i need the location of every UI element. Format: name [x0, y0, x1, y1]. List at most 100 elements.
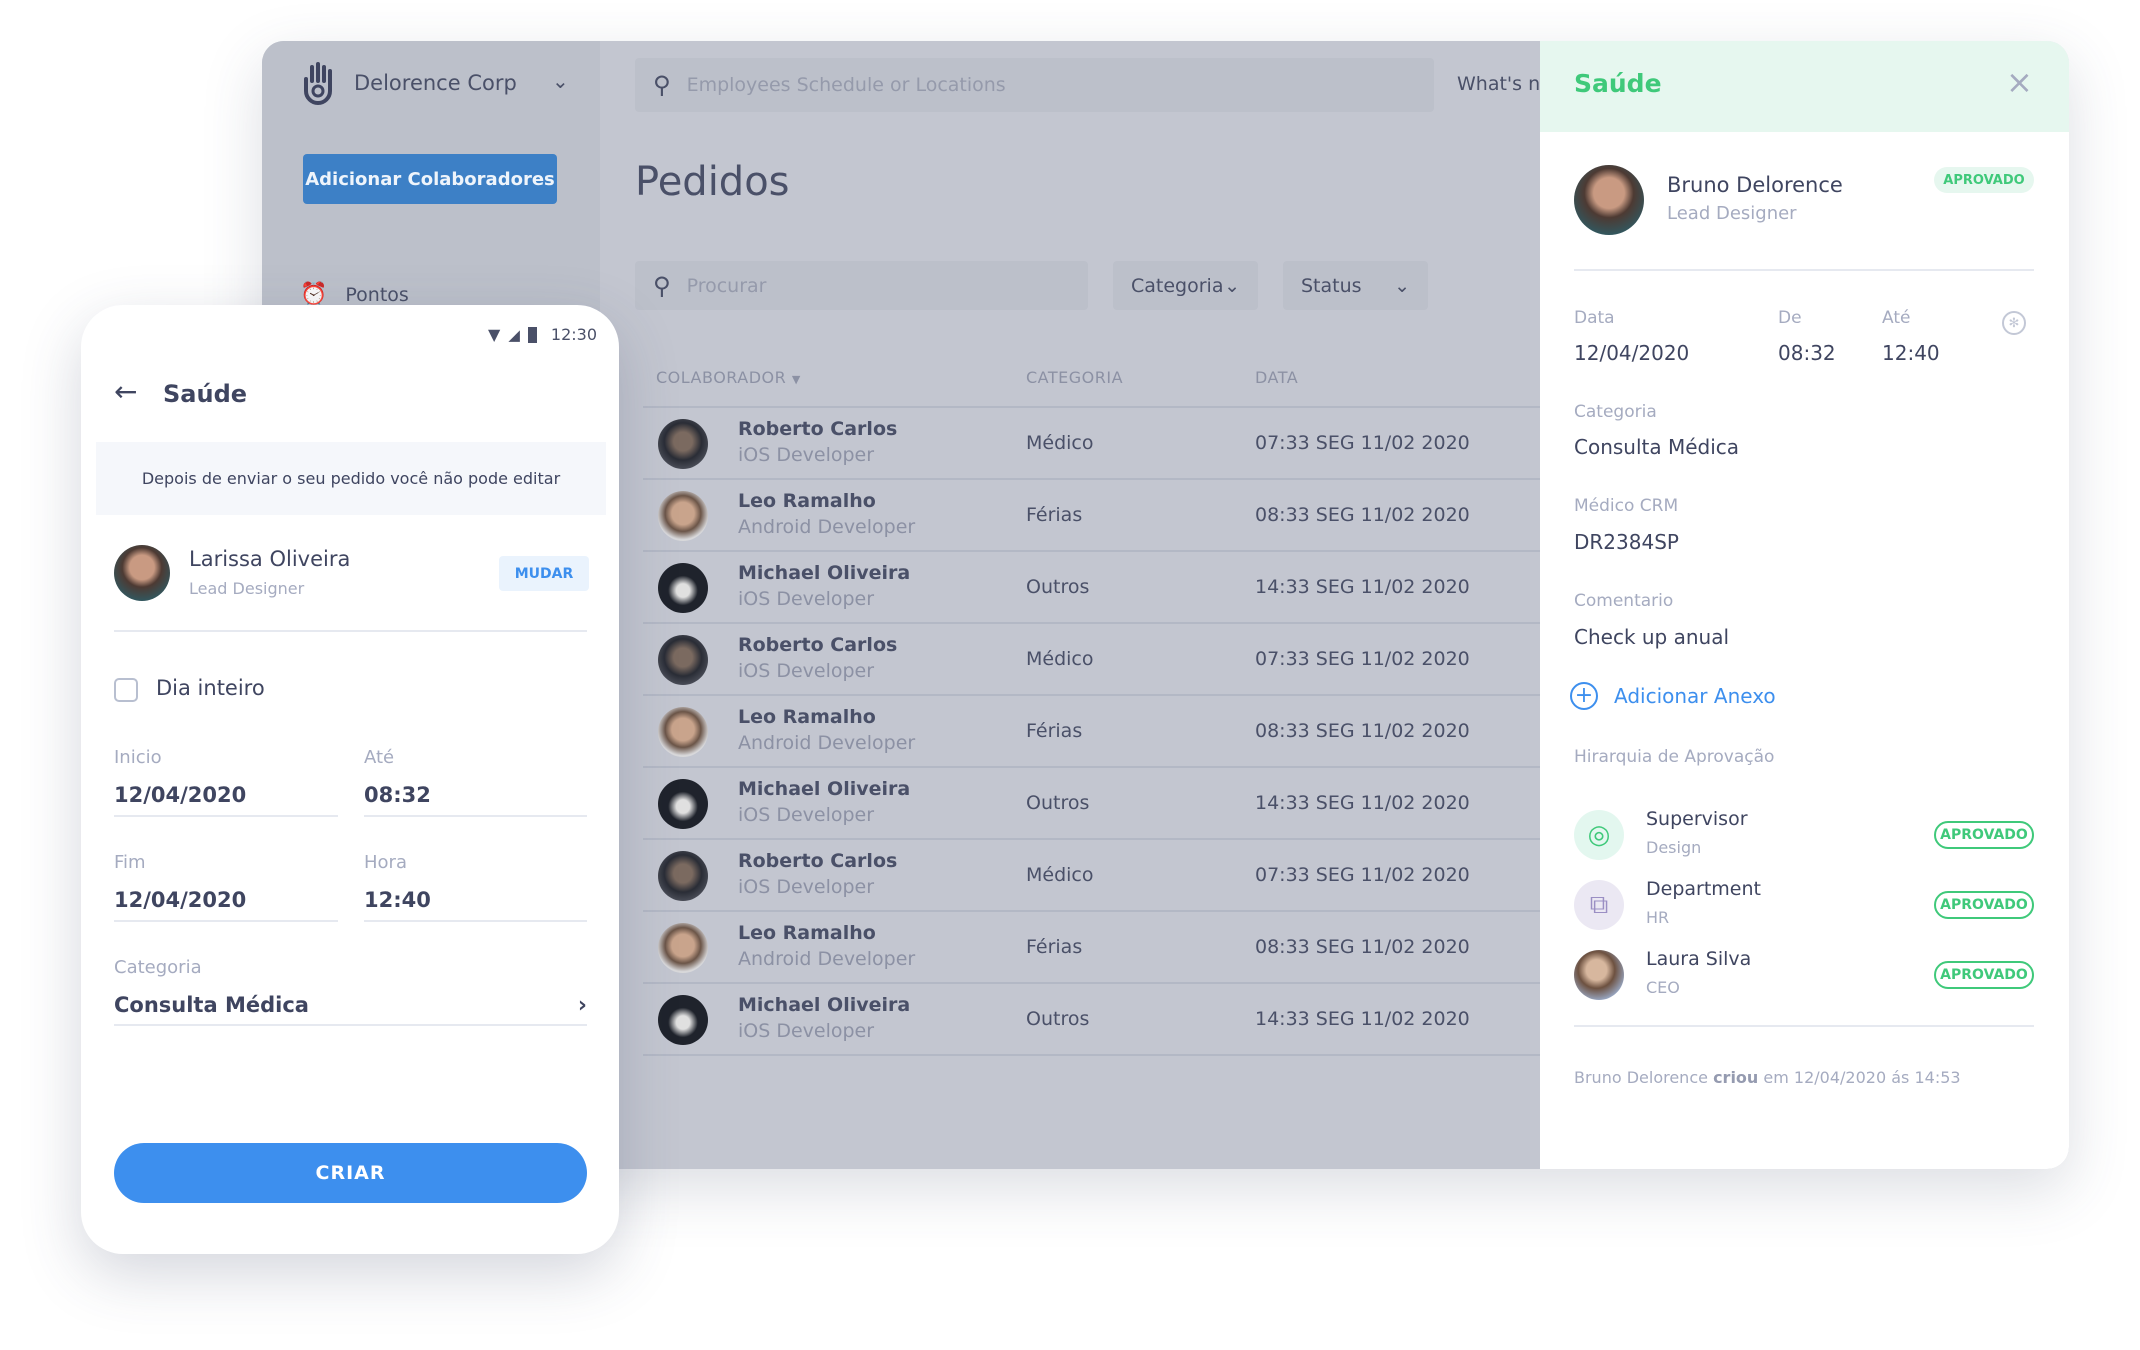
approver-name: Supervisor: [1646, 808, 1748, 830]
avatar: [658, 635, 708, 685]
from-label: De: [1778, 308, 1802, 328]
table-row[interactable]: Roberto Carlos iOS Developer Médico 07:3…: [643, 838, 1540, 910]
hand-logo-icon: [304, 62, 332, 105]
row-role: iOS Developer: [738, 588, 875, 610]
end-date-field[interactable]: 12/04/2020: [114, 888, 338, 922]
table-row[interactable]: Leo Ramalho Android Developer Férias 08:…: [643, 910, 1540, 982]
avatar: [114, 545, 170, 601]
row-role: iOS Developer: [738, 876, 875, 898]
mobile-title: Saúde: [163, 380, 248, 408]
row-date: 08:33 SEG 11/02 2020: [1255, 504, 1470, 526]
mobile-user-name: Larissa Oliveira: [189, 547, 351, 571]
table-bottom-border: [643, 1054, 1540, 1056]
search-icon: ⚲: [653, 71, 671, 99]
sidebar-item-label: Pontos: [345, 283, 409, 306]
chevron-right-icon: ›: [577, 993, 587, 1018]
approver-sub: Design: [1646, 838, 1702, 857]
category-value: Consulta Médica: [114, 993, 309, 1017]
panel-user-name: Bruno Delorence: [1667, 173, 1843, 197]
add-collaborators-button[interactable]: Adicionar Colaboradores: [303, 154, 557, 204]
row-name: Leo Ramalho: [738, 490, 876, 512]
global-search-input[interactable]: ⚲ Employees Schedule or Locations: [635, 58, 1434, 112]
table-row[interactable]: Michael Oliveira iOS Developer Outros 14…: [643, 766, 1540, 838]
battery-icon: [527, 326, 537, 343]
row-date: 08:33 SEG 11/02 2020: [1255, 936, 1470, 958]
approver-sub: HR: [1646, 908, 1670, 927]
hierarchy-label: Hirarquia de Aprovação: [1574, 747, 1775, 767]
org-chart-icon: ⧉: [1574, 880, 1624, 930]
status-dropdown[interactable]: Status ⌄: [1283, 261, 1428, 310]
all-day-checkbox[interactable]: [114, 678, 138, 702]
table-row[interactable]: Leo Ramalho Android Developer Férias 08:…: [643, 478, 1540, 550]
row-date: 14:33 SEG 11/02 2020: [1255, 792, 1470, 814]
row-name: Michael Oliveira: [738, 778, 911, 800]
row-category: Férias: [1026, 720, 1083, 742]
alarm-clock-icon: ⏰: [300, 282, 328, 307]
row-name: Leo Ramalho: [738, 706, 876, 728]
create-button[interactable]: CRIAR: [114, 1143, 587, 1203]
status-badge: APROVADO: [1934, 821, 2034, 849]
avatar: [658, 491, 708, 541]
clock-time: 12:30: [550, 325, 597, 344]
from-value: 08:32: [1778, 341, 1836, 365]
comment-value: Check up anual: [1574, 625, 1730, 649]
table-row[interactable]: Roberto Carlos iOS Developer Médico 07:3…: [643, 406, 1540, 478]
filter-placeholder: Procurar: [686, 274, 767, 297]
divider: [1574, 269, 2034, 271]
sort-down-icon: ▼: [791, 373, 801, 386]
approval-step: ⧉ Department HR APROVADO: [1574, 878, 2034, 932]
status-badge: APROVADO: [1934, 961, 2034, 989]
table-row[interactable]: Roberto Carlos iOS Developer Médico 07:3…: [643, 622, 1540, 694]
table-row[interactable]: Michael Oliveira iOS Developer Outros 14…: [643, 550, 1540, 622]
chevron-down-icon: ⌄: [1394, 274, 1410, 297]
hour-field[interactable]: 12:40: [364, 888, 587, 922]
end-label: Fim: [114, 852, 146, 873]
column-header-category[interactable]: CATEGORIA: [1026, 368, 1123, 387]
mobile-user-role: Lead Designer: [189, 579, 305, 598]
row-date: 08:33 SEG 11/02 2020: [1255, 720, 1470, 742]
filter-search-input[interactable]: ⚲ Procurar: [635, 261, 1088, 310]
company-chevron-down-icon[interactable]: ⌄: [552, 69, 569, 93]
panel-title: Saúde: [1574, 69, 1662, 98]
avatar: [658, 995, 708, 1045]
row-category: Férias: [1026, 504, 1083, 526]
column-header-date[interactable]: DATA: [1255, 368, 1298, 387]
status-badge: APROVADO: [1934, 891, 2034, 919]
row-category: Outros: [1026, 792, 1090, 814]
column-header-collaborator[interactable]: COLABORADOR ▼: [656, 368, 801, 387]
sidebar-item-pontos[interactable]: ⏰ Pontos: [300, 282, 409, 307]
table-row[interactable]: Michael Oliveira iOS Developer Outros 14…: [643, 982, 1540, 1054]
avatar: [658, 563, 708, 613]
approver-name: Department: [1646, 878, 1761, 900]
category-label: Categoria: [1574, 402, 1657, 422]
category-value: Consulta Médica: [1574, 435, 1740, 459]
category-dropdown[interactable]: Categoria ⌄: [1113, 261, 1258, 310]
approver-sub: CEO: [1646, 978, 1680, 997]
row-date: 07:33 SEG 11/02 2020: [1255, 648, 1470, 670]
avatar: [658, 419, 708, 469]
row-category: Férias: [1026, 936, 1083, 958]
close-icon[interactable]: ×: [2006, 63, 2033, 101]
plus-circle-icon: +: [1570, 682, 1598, 710]
start-label: Inicio: [114, 747, 162, 768]
add-attachment-button[interactable]: + Adicionar Anexo: [1570, 682, 1776, 710]
row-role: iOS Developer: [738, 1020, 875, 1042]
row-category: Médico: [1026, 648, 1094, 670]
search-placeholder: Employees Schedule or Locations: [686, 74, 1006, 96]
company-name: Delorence Corp: [354, 71, 517, 95]
hour-label: Hora: [364, 852, 407, 873]
divider: [1574, 1025, 2034, 1027]
back-arrow-icon[interactable]: ←: [114, 375, 137, 408]
created-by-footer: Bruno Delorence criou em 12/04/2020 ás 1…: [1574, 1068, 1961, 1087]
until-time-field[interactable]: 08:32: [364, 783, 587, 817]
category-dropdown-label: Categoria: [1131, 274, 1224, 297]
category-select[interactable]: Consulta Médica ›: [114, 993, 587, 1026]
change-user-button[interactable]: MUDAR: [499, 556, 589, 591]
row-name: Michael Oliveira: [738, 562, 911, 584]
until-label: Até: [364, 747, 395, 768]
whats-new-link[interactable]: What's ne: [1457, 73, 1552, 95]
start-date-field[interactable]: 12/04/2020: [114, 783, 338, 817]
snowflake-icon[interactable]: ✻: [2002, 311, 2026, 335]
table-row[interactable]: Leo Ramalho Android Developer Férias 08:…: [643, 694, 1540, 766]
row-date: 14:33 SEG 11/02 2020: [1255, 576, 1470, 598]
